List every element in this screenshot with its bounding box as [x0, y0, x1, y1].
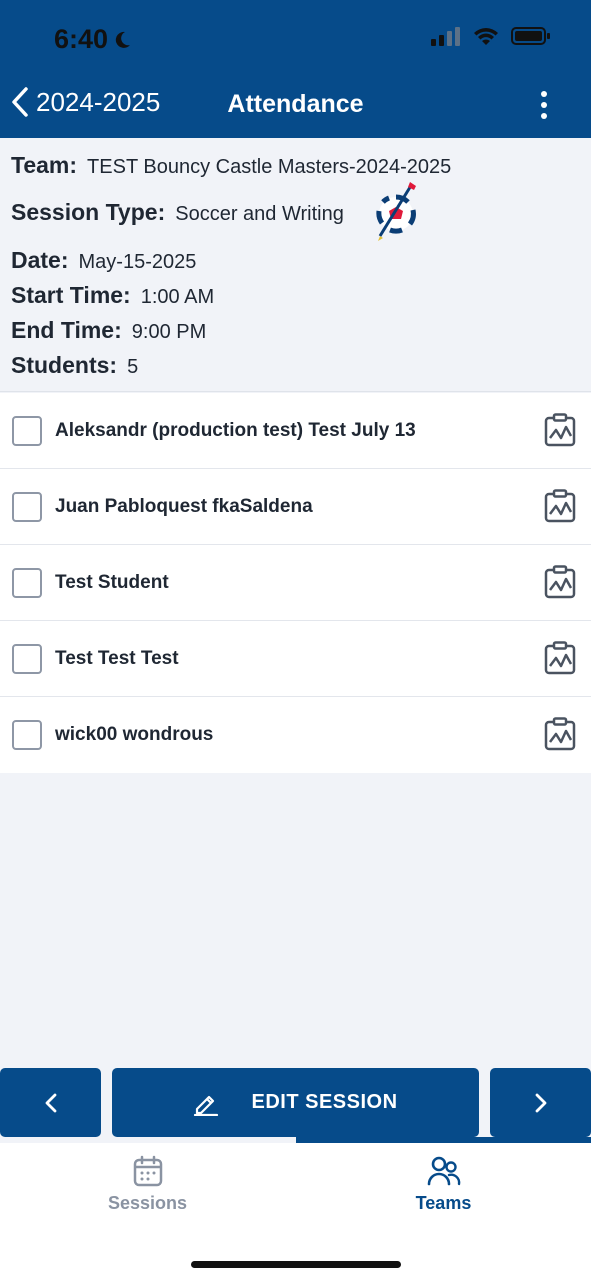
header: 6:40 2024-2025 Attendance [0, 0, 591, 138]
clipboard-chart-icon[interactable] [544, 489, 576, 523]
session-info: Team: TEST Bouncy Castle Masters-2024-20… [0, 138, 591, 392]
page-title: Attendance [227, 90, 364, 118]
tab-teams-label: Teams [415, 1193, 472, 1213]
students-count-row: Students: 5 [11, 352, 138, 379]
end-time-row: End Time: 9:00 PM [11, 317, 206, 344]
clipboard-chart-icon[interactable] [544, 717, 576, 751]
attendance-checkbox[interactable] [12, 416, 42, 446]
clipboard-chart-icon[interactable] [544, 565, 576, 599]
start-time-value: 1:00 AM [140, 286, 215, 308]
start-time-label: Start Time: [11, 282, 131, 308]
soccer-writing-icon [376, 182, 416, 241]
list-item[interactable]: Test Student [0, 545, 591, 621]
home-indicator [191, 1261, 401, 1268]
attendance-checkbox[interactable] [12, 568, 42, 598]
chevron-left-icon [45, 1093, 56, 1112]
date-label: Date: [11, 247, 69, 273]
edit-session-label: EDIT SESSION [251, 1091, 398, 1113]
list-item[interactable]: wick00 wondrous [0, 697, 591, 773]
attendance-checkbox[interactable] [12, 492, 42, 522]
session-type-label: Session Type: [11, 199, 166, 225]
action-bar: EDIT SESSION [0, 1068, 591, 1140]
edit-session-button[interactable]: EDIT SESSION [112, 1068, 479, 1137]
nav-bar: 2024-2025 Attendance [0, 76, 591, 134]
team-row: Team: TEST Bouncy Castle Masters-2024-20… [11, 152, 451, 179]
status-time: 6:40 [54, 24, 132, 55]
people-icon [427, 1156, 460, 1186]
moon-icon [115, 31, 131, 48]
clipboard-chart-icon[interactable] [544, 413, 576, 447]
student-list: Aleksandr (production test) Test July 13… [0, 393, 591, 773]
pencil-icon [194, 1095, 219, 1116]
tab-sessions-label: Sessions [107, 1193, 188, 1213]
end-time-value: 9:00 PM [131, 321, 207, 343]
student-name: Aleksandr (production test) Test July 13 [55, 420, 416, 441]
status-time-text: 6:40 [54, 24, 109, 54]
tab-teams[interactable]: Teams [296, 1155, 591, 1214]
date-value: May-15-2025 [78, 251, 197, 273]
students-count: 5 [127, 356, 139, 378]
more-options-icon[interactable] [537, 90, 551, 120]
student-name: Test Test Test [55, 648, 179, 669]
signal-icon [431, 27, 460, 46]
tab-sessions[interactable]: Sessions [0, 1155, 295, 1214]
chevron-right-icon [535, 1093, 546, 1112]
battery-icon [511, 27, 550, 45]
session-type-row: Session Type: Soccer and Writing [11, 199, 344, 226]
students-label: Students: [11, 352, 118, 378]
list-item[interactable]: Test Test Test [0, 621, 591, 697]
previous-session-button[interactable] [0, 1068, 101, 1137]
team-value: TEST Bouncy Castle Masters-2024-2025 [87, 156, 452, 178]
end-time-label: End Time: [11, 317, 122, 343]
list-item[interactable]: Juan Pabloquest fkaSaldena [0, 469, 591, 545]
next-session-button[interactable] [490, 1068, 591, 1137]
team-label: Team: [11, 152, 78, 178]
date-row: Date: May-15-2025 [11, 247, 196, 274]
session-type-value: Soccer and Writing [175, 203, 344, 225]
student-name: Juan Pabloquest fkaSaldena [55, 496, 313, 517]
status-icons [431, 26, 551, 46]
calendar-icon [133, 1155, 162, 1187]
tab-bar: Sessions Teams [0, 1143, 591, 1280]
status-bar: 6:40 [0, 0, 591, 76]
list-item[interactable]: Aleksandr (production test) Test July 13 [0, 393, 591, 469]
attendance-checkbox[interactable] [12, 644, 42, 674]
wifi-icon [474, 28, 498, 45]
clipboard-chart-icon[interactable] [544, 641, 576, 675]
student-name: Test Student [55, 572, 169, 593]
start-time-row: Start Time: 1:00 AM [11, 282, 214, 309]
student-name: wick00 wondrous [55, 724, 214, 745]
attendance-checkbox[interactable] [12, 720, 42, 750]
